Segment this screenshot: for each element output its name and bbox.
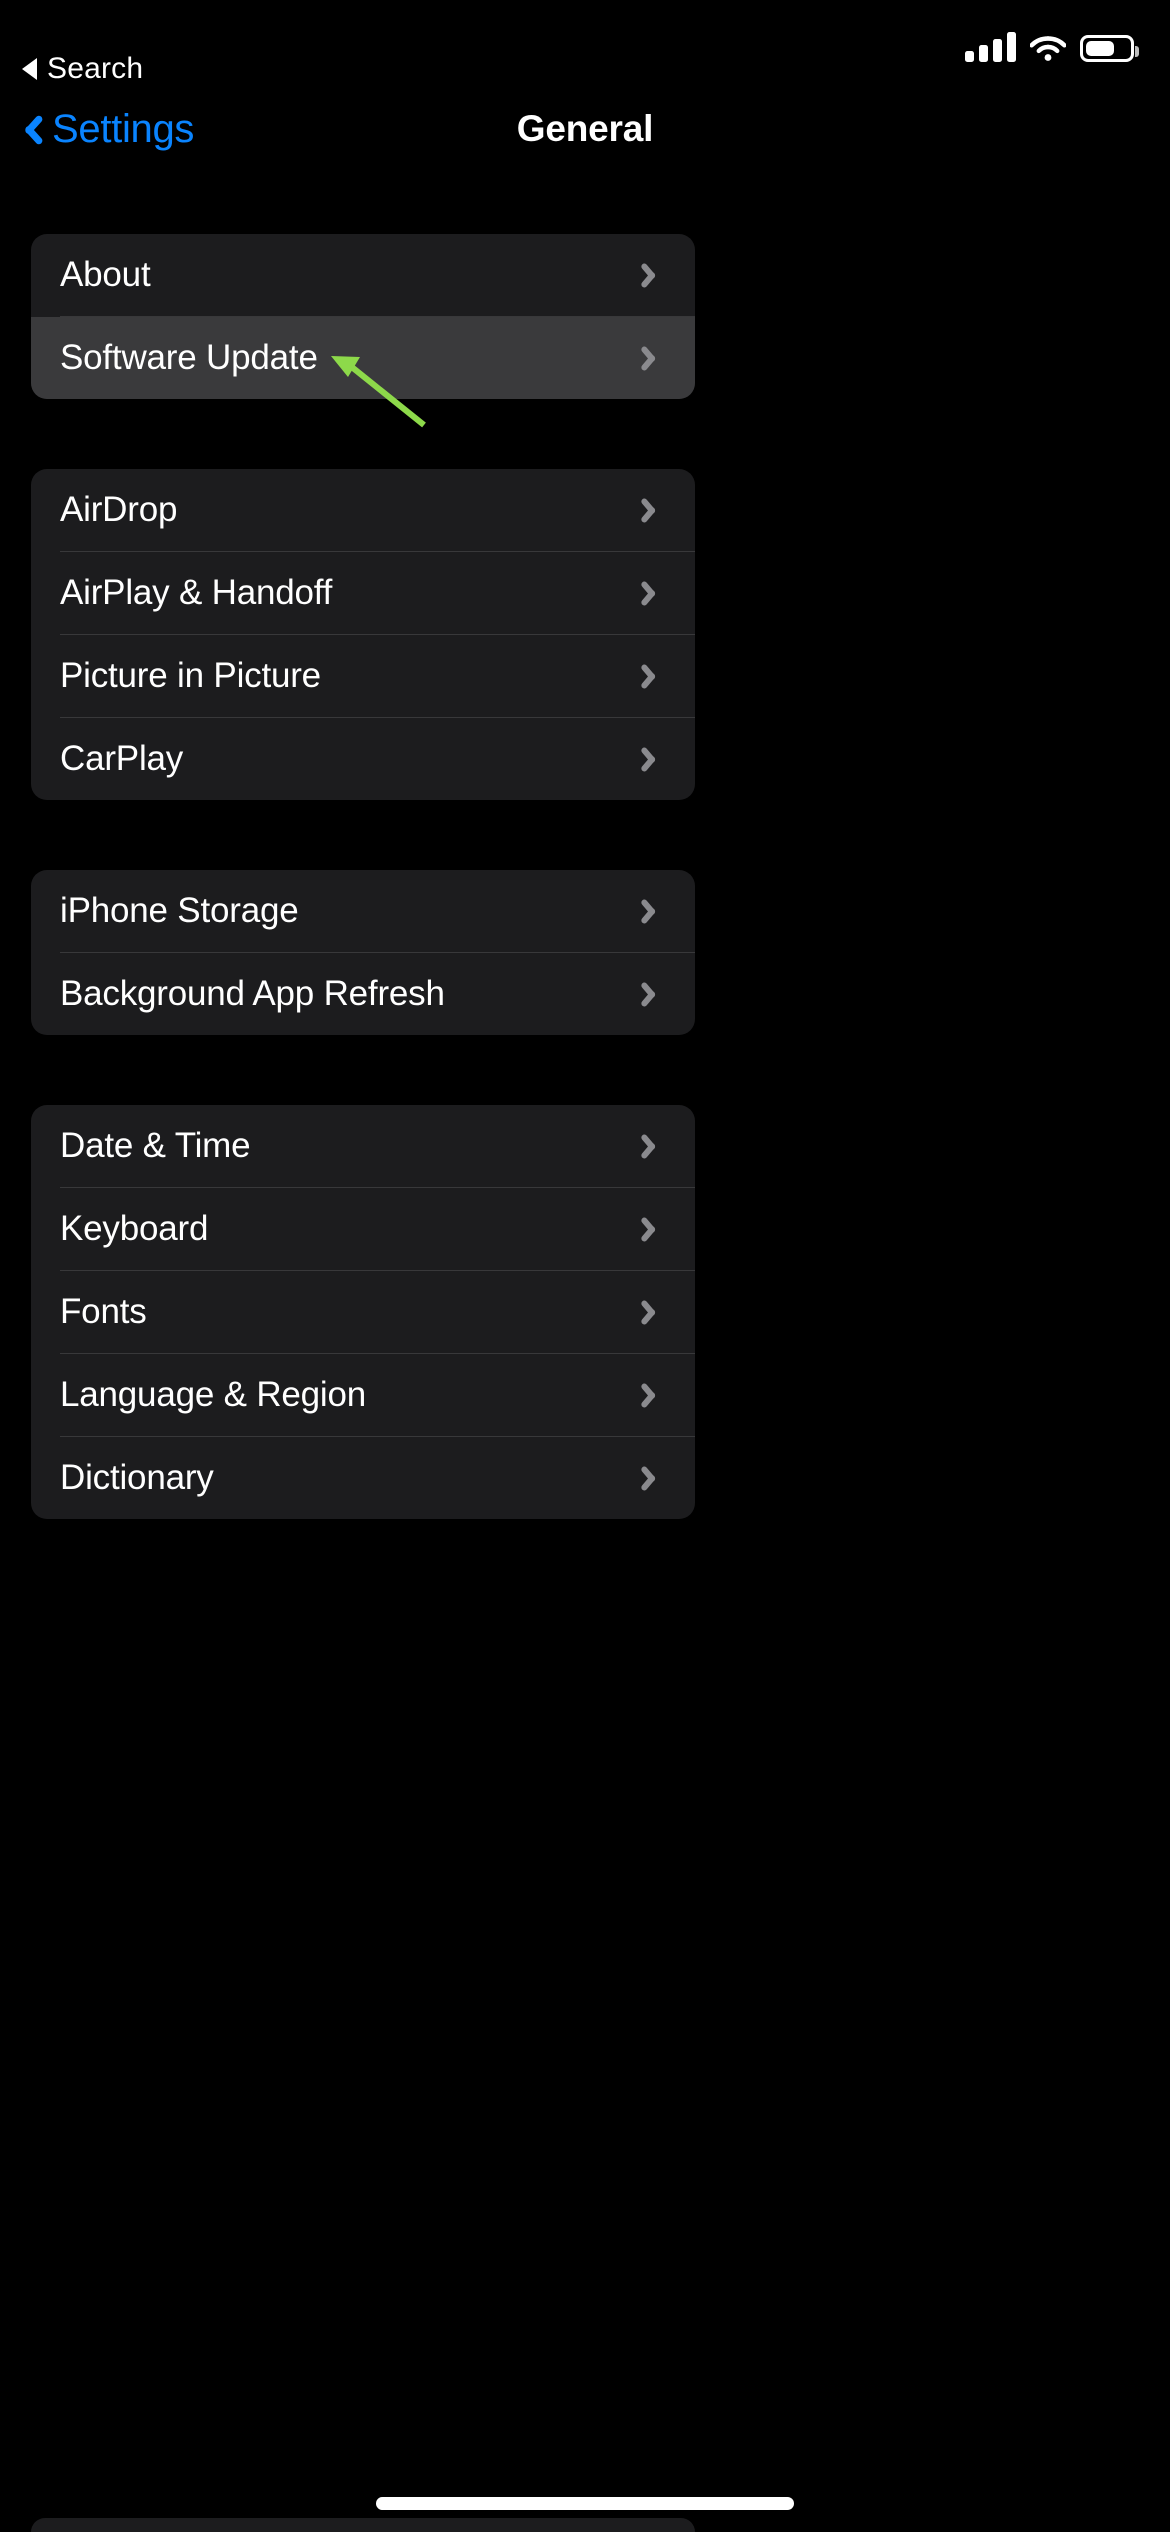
chevron-right-icon bbox=[646, 495, 663, 525]
settings-row-label: About bbox=[60, 255, 151, 294]
settings-row[interactable]: Date & Time bbox=[31, 1105, 695, 1187]
settings-row[interactable]: About bbox=[31, 234, 695, 316]
settings-row-label: iPhone Storage bbox=[60, 891, 299, 930]
settings-row-label: Fonts bbox=[60, 1292, 147, 1331]
settings-row[interactable]: Language & Region bbox=[31, 1354, 695, 1436]
chevron-right-icon bbox=[646, 744, 663, 774]
nav-back-label: Settings bbox=[52, 106, 195, 151]
settings-row[interactable]: iPhone Storage bbox=[31, 870, 695, 952]
settings-row[interactable]: Fonts bbox=[31, 1271, 695, 1353]
settings-group: About Software Update bbox=[31, 234, 695, 399]
settings-row-label: AirDrop bbox=[60, 490, 178, 529]
settings-row-label: Background App Refresh bbox=[60, 974, 445, 1013]
battery-icon bbox=[1080, 35, 1139, 62]
home-indicator[interactable] bbox=[376, 2497, 794, 2510]
chevron-right-icon bbox=[646, 260, 663, 290]
settings-row-label: Language & Region bbox=[60, 1375, 367, 1414]
settings-row[interactable]: AirPlay & Handoff bbox=[31, 552, 695, 634]
chevron-right-icon bbox=[646, 343, 663, 373]
settings-row-label: Date & Time bbox=[60, 1126, 251, 1165]
navigation-bar: General Settings bbox=[0, 96, 1170, 162]
settings-row[interactable]: Picture in Picture bbox=[31, 635, 695, 717]
nav-back-button[interactable]: Settings bbox=[18, 96, 194, 162]
chevron-right-icon bbox=[646, 1214, 663, 1244]
settings-row[interactable]: Software Update bbox=[31, 317, 695, 399]
wifi-icon bbox=[1029, 34, 1067, 62]
settings-row-label: CarPlay bbox=[60, 739, 184, 778]
cellular-signal-icon bbox=[965, 32, 1016, 62]
settings-row-label: Dictionary bbox=[60, 1458, 214, 1497]
settings-row-label: Software Update bbox=[60, 338, 318, 377]
settings-row[interactable]: Dictionary bbox=[31, 1437, 695, 1519]
settings-row[interactable]: CarPlay bbox=[31, 718, 695, 800]
settings-group: AirDrop AirPlay & Handoff Picture in Pictu… bbox=[31, 469, 695, 800]
settings-list: About Software Update AirDrop AirPlay & Han… bbox=[31, 234, 695, 1589]
chevron-right-icon bbox=[646, 578, 663, 608]
chevron-right-icon bbox=[646, 1380, 663, 1410]
chevron-right-icon bbox=[646, 979, 663, 1009]
back-to-search-button[interactable]: Search bbox=[22, 52, 143, 86]
chevron-right-icon bbox=[646, 896, 663, 926]
settings-row[interactable]: Background App Refresh bbox=[31, 953, 695, 1035]
settings-row-label: Picture in Picture bbox=[60, 656, 321, 695]
settings-row[interactable]: Keyboard bbox=[31, 1188, 695, 1270]
next-group-card-sliver bbox=[31, 2518, 695, 2532]
chevron-right-icon bbox=[646, 1297, 663, 1327]
settings-row[interactable]: AirDrop bbox=[31, 469, 695, 551]
back-to-search-label: Search bbox=[47, 52, 144, 85]
triangle-left-icon bbox=[22, 58, 37, 80]
settings-row-label: AirPlay & Handoff bbox=[60, 573, 333, 612]
status-bar-right-cluster bbox=[965, 28, 1139, 62]
settings-row-label: Keyboard bbox=[60, 1209, 209, 1248]
status-bar bbox=[0, 0, 1170, 84]
settings-group: iPhone Storage Background App Refresh bbox=[31, 870, 695, 1035]
iphone-screen: Search General Settings About Software Up… bbox=[0, 0, 1170, 2532]
chevron-right-icon bbox=[646, 1463, 663, 1493]
settings-group: Date & Time Keyboard Fonts Language & Regio… bbox=[31, 1105, 695, 1519]
chevron-right-icon bbox=[646, 661, 663, 691]
chevron-left-icon bbox=[18, 111, 38, 147]
chevron-right-icon bbox=[646, 1131, 663, 1161]
